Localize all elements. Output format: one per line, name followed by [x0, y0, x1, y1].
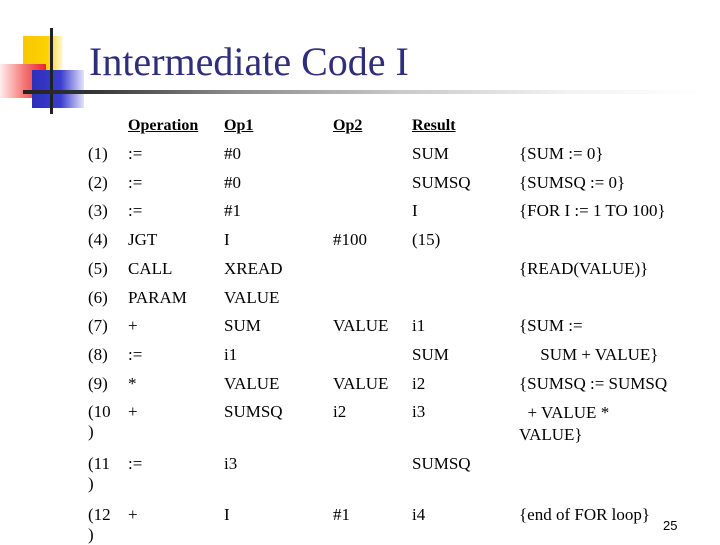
comment-cell: {SUM := 0}	[519, 144, 604, 163]
comment-cell: + VALUE * VALUE}	[519, 403, 610, 444]
result-cell: (15)	[412, 230, 441, 249]
row-number: (5)	[88, 259, 108, 278]
result-cell: i4	[412, 505, 426, 524]
op1-cell: SUMSQ	[224, 402, 283, 421]
result-cell: SUMSQ	[412, 454, 471, 473]
op1-cell: #1	[224, 201, 241, 220]
row-number: (3)	[88, 201, 108, 220]
operation-cell: +	[128, 402, 138, 421]
row-number: (4)	[88, 230, 108, 249]
op2-cell: #100	[333, 230, 367, 249]
op1-cell: I	[224, 230, 230, 249]
header-op1: Op1	[224, 117, 254, 134]
operation-cell: PARAM	[128, 288, 187, 307]
operation-cell: +	[128, 505, 138, 524]
operation-cell: :=	[128, 144, 143, 163]
operation-cell: CALL	[128, 259, 173, 278]
operation-cell: :=	[128, 173, 143, 192]
title-underline-rule	[23, 90, 703, 94]
row-number: (8)	[88, 345, 108, 364]
operation-cell: :=	[128, 201, 143, 220]
result-cell: i3	[412, 402, 426, 421]
op1-cell: i1	[224, 345, 238, 364]
op2-cell: #1	[333, 505, 350, 524]
comment-cell: {SUMSQ := 0}	[519, 173, 626, 192]
comment-cell: {end of FOR loop}	[519, 505, 651, 524]
op1-cell: I	[224, 505, 230, 524]
result-cell: SUM	[412, 144, 449, 163]
result-cell: SUM	[412, 345, 449, 364]
result-cell: I	[412, 201, 418, 220]
row-number: (1)	[88, 144, 108, 163]
logo-blue-square	[32, 70, 84, 108]
comment-cell: {SUMSQ := SUMSQ	[519, 374, 668, 393]
op1-cell: VALUE	[224, 374, 280, 393]
header-op2: Op2	[333, 117, 363, 134]
result-cell: i2	[412, 374, 426, 393]
comment-cell: {FOR I := 1 TO 100}	[519, 201, 666, 220]
operation-cell: :=	[128, 345, 143, 364]
op1-cell: #0	[224, 173, 241, 192]
slide-logo	[0, 0, 100, 120]
row-number: (2)	[88, 173, 108, 192]
row-number: (7)	[88, 316, 108, 335]
comment-cell: {READ(VALUE)}	[519, 259, 649, 278]
row-number: (12 )	[88, 505, 111, 544]
op1-cell: #0	[224, 144, 241, 163]
op1-cell: i3	[224, 454, 238, 473]
op1-cell: SUM	[224, 316, 261, 335]
op2-cell: VALUE	[333, 374, 389, 393]
op1-cell: VALUE	[224, 288, 280, 307]
row-number: (9)	[88, 374, 108, 393]
op2-cell: VALUE	[333, 316, 389, 335]
result-cell: SUMSQ	[412, 173, 471, 192]
header-result: Result	[412, 117, 456, 134]
operation-cell: :=	[128, 454, 143, 473]
header-operation: Operation	[128, 117, 199, 134]
result-cell: i1	[412, 316, 426, 335]
operation-cell: *	[128, 374, 137, 393]
op1-cell: XREAD	[224, 259, 283, 278]
row-number: (11 )	[88, 454, 111, 493]
row-number: (10 )	[88, 402, 111, 441]
operation-cell: +	[128, 316, 138, 335]
slide-title: Intermediate Code I	[89, 39, 409, 84]
comment-cell: {SUM :=	[519, 316, 583, 335]
op2-cell: i2	[333, 402, 347, 421]
comment-cell: SUM + VALUE}	[519, 345, 659, 364]
logo-vertical-line	[50, 28, 53, 114]
row-number: (6)	[88, 288, 108, 307]
operation-cell: JGT	[128, 230, 158, 249]
page-number: 25	[663, 518, 678, 533]
